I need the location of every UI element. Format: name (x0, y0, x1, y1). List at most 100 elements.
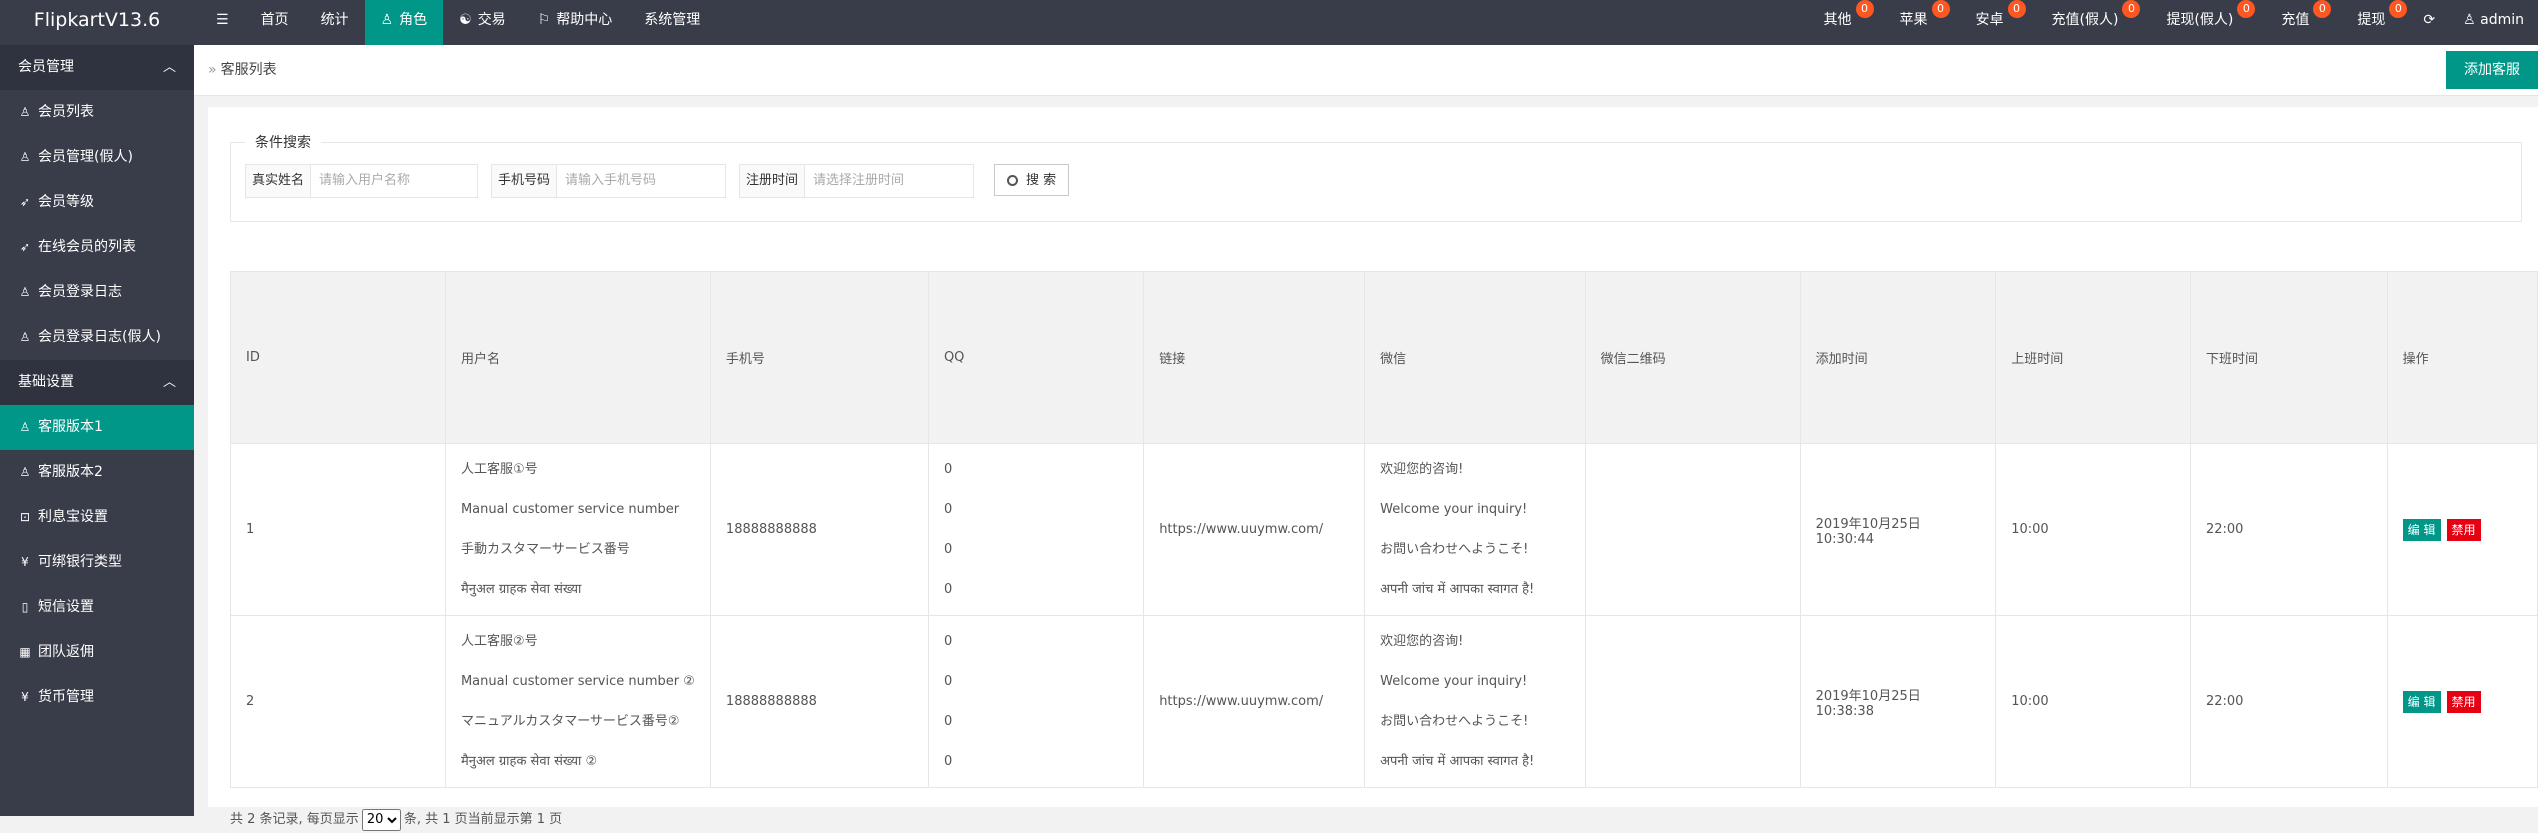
sidebar-item-online-members[interactable]: ➶在线会员的列表 (0, 225, 194, 270)
edit-button[interactable]: 编 辑 (2403, 691, 2441, 713)
nav-home[interactable]: 首页 (245, 0, 305, 45)
register-time-field: 注册时间 (739, 164, 974, 198)
cell-username: 人工客服②号 Manual customer service number ② … (445, 616, 710, 788)
nav-stats[interactable]: 统计 (305, 0, 365, 45)
trade-icon: ☯ (459, 12, 472, 28)
cell-off-duty: 22:00 (2190, 616, 2387, 788)
sidebar-item-login-log-fake[interactable]: ♙会员登录日志(假人) (0, 315, 194, 360)
sidebar-item-member-fake[interactable]: ♙会员管理(假人) (0, 135, 194, 180)
col-header-id: ID (231, 272, 446, 444)
breadcrumb-current: 客服列表 (221, 62, 277, 78)
nav-role[interactable]: ♙角色 (365, 0, 444, 45)
cell-id: 1 (231, 444, 446, 616)
sidebar-item-currency[interactable]: ¥货币管理 (0, 675, 194, 720)
top-link-recharge-fake[interactable]: 充值(假人)0 (2028, 0, 2143, 45)
count-badge: 0 (2389, 0, 2407, 18)
cell-username: 人工客服①号 Manual customer service number 手動… (445, 444, 710, 616)
top-nav: ☰ 首页 统计 ♙角色 ☯交易 ⚐帮助中心 系统管理 (200, 0, 716, 45)
count-badge: 0 (2008, 0, 2026, 18)
search-fieldset: 条件搜索 真实姓名 手机号码 注册时间 搜 索 (230, 142, 2522, 222)
count-badge: 0 (1932, 0, 1950, 18)
top-link-recharge[interactable]: 充值0 (2257, 0, 2333, 45)
col-header-qrcode: 微信二维码 (1585, 272, 1800, 444)
nav-trade[interactable]: ☯交易 (443, 0, 522, 45)
sidebar-group-members[interactable]: 会员管理︿ (0, 45, 194, 90)
refresh-button[interactable]: ⟳ (2409, 0, 2449, 45)
col-header-wechat: 微信 (1365, 272, 1586, 444)
cell-actions: 编 辑禁用 (2387, 616, 2537, 788)
col-header-on-duty: 上班时间 (1996, 272, 2191, 444)
cell-actions: 编 辑禁用 (2387, 444, 2537, 616)
sidebar-item-bank-types[interactable]: ¥可绑银行类型 (0, 540, 194, 585)
chevron-up-icon: ︿ (163, 360, 176, 405)
flag-icon: ⚐ (538, 12, 551, 28)
cell-phone: 18888888888 (710, 616, 928, 788)
top-link-withdraw[interactable]: 提现0 (2333, 0, 2409, 45)
sidebar-item-interest-settings[interactable]: ⊡利息宝设置 (0, 495, 194, 540)
table-header-row: ID 用户名 手机号 QQ 链接 微信 微信二维码 添加时间 上班时间 下班时间… (231, 272, 2538, 444)
user-icon: ♙ (2463, 12, 2480, 28)
add-service-button[interactable]: 添加客服 (2446, 51, 2538, 89)
cell-off-duty: 22:00 (2190, 444, 2387, 616)
app-logo: FlipkartV13.6 (0, 0, 194, 45)
cell-on-duty: 10:00 (1996, 616, 2191, 788)
breadcrumb-bar: »客服列表 添加客服 (194, 45, 2538, 96)
edit-button[interactable]: 编 辑 (2403, 519, 2441, 541)
cell-on-duty: 10:00 (1996, 444, 2191, 616)
top-link-apple[interactable]: 苹果0 (1876, 0, 1952, 45)
user-menu[interactable]: ♙ admin (2449, 0, 2538, 45)
sidebar-item-service-v2[interactable]: ♙客服版本2 (0, 450, 194, 495)
sidebar-item-login-log[interactable]: ♙会员登录日志 (0, 270, 194, 315)
col-header-username: 用户名 (445, 272, 710, 444)
col-header-link: 链接 (1144, 272, 1365, 444)
sidebar: 会员管理︿ ♙会员列表 ♙会员管理(假人) ➶会员等级 ➶在线会员的列表 ♙会员… (0, 45, 194, 816)
cell-qq: 0 0 0 0 (928, 616, 1143, 788)
search-button[interactable]: 搜 索 (994, 164, 1069, 196)
sidebar-item-service-v1[interactable]: ♙客服版本1 (0, 405, 194, 450)
count-badge: 0 (2313, 0, 2331, 18)
cell-qq: 0 0 0 0 (928, 444, 1143, 616)
sidebar-item-sms-settings[interactable]: ▯短信设置 (0, 585, 194, 630)
cell-link: https://www.uuymw.com/ (1144, 616, 1365, 788)
pager-prefix: 共 2 条记录, 每页显示 (230, 812, 359, 827)
lock-icon: ⊡ (18, 495, 32, 540)
sidebar-item-member-list[interactable]: ♙会员列表 (0, 90, 194, 135)
realname-input[interactable] (311, 165, 477, 195)
table-row: 2 人工客服②号 Manual customer service number … (231, 616, 2538, 788)
cell-qrcode (1585, 444, 1800, 616)
chevron-up-icon: ︿ (163, 45, 176, 90)
nav-system[interactable]: 系统管理 (628, 0, 716, 45)
disable-button[interactable]: 禁用 (2447, 691, 2481, 713)
sidebar-group-basic-settings[interactable]: 基础设置︿ (0, 360, 194, 405)
col-header-added: 添加时间 (1800, 272, 1996, 444)
disable-button[interactable]: 禁用 (2447, 519, 2481, 541)
cell-added-time: 2019年10月25日 10:30:44 (1800, 444, 1996, 616)
chevron-right-icon: » (208, 62, 217, 78)
top-link-android[interactable]: 安卓0 (1952, 0, 2028, 45)
per-page-select[interactable]: 20 (362, 809, 401, 831)
field-label: 注册时间 (740, 165, 805, 197)
top-bar: FlipkartV13.6 ☰ 首页 统计 ♙角色 ☯交易 ⚐帮助中心 系统管理… (0, 0, 2538, 45)
search-legend: 条件搜索 (245, 133, 321, 153)
col-header-actions: 操作 (2387, 272, 2537, 444)
col-header-off-duty: 下班时间 (2190, 272, 2387, 444)
table-row: 1 人工客服①号 Manual customer service number … (231, 444, 2538, 616)
top-link-other[interactable]: 其他0 (1800, 0, 1876, 45)
rocket-icon: ➶ (18, 225, 32, 270)
grid-icon: ▦ (18, 630, 32, 675)
user-icon: ♙ (18, 315, 32, 360)
rocket-icon: ➶ (18, 180, 32, 225)
sidebar-item-team-rebate[interactable]: ▦团队返佣 (0, 630, 194, 675)
pager-suffix: 条, 共 1 页当前显示第 1 页 (404, 812, 562, 827)
menu-toggle-button[interactable]: ☰ (200, 0, 245, 45)
register-time-input[interactable] (805, 165, 973, 195)
phone-input[interactable] (557, 165, 725, 195)
cell-added-time: 2019年10月25日 10:38:38 (1800, 616, 1996, 788)
top-link-withdraw-fake[interactable]: 提现(假人)0 (2142, 0, 2257, 45)
phone-icon: ▯ (18, 585, 32, 630)
pagination: 共 2 条记录, 每页显示20条, 共 1 页当前显示第 1 页 (230, 807, 562, 833)
sidebar-item-member-level[interactable]: ➶会员等级 (0, 180, 194, 225)
user-icon: ♙ (381, 12, 394, 28)
nav-help[interactable]: ⚐帮助中心 (522, 0, 629, 45)
count-badge: 0 (2237, 0, 2255, 18)
